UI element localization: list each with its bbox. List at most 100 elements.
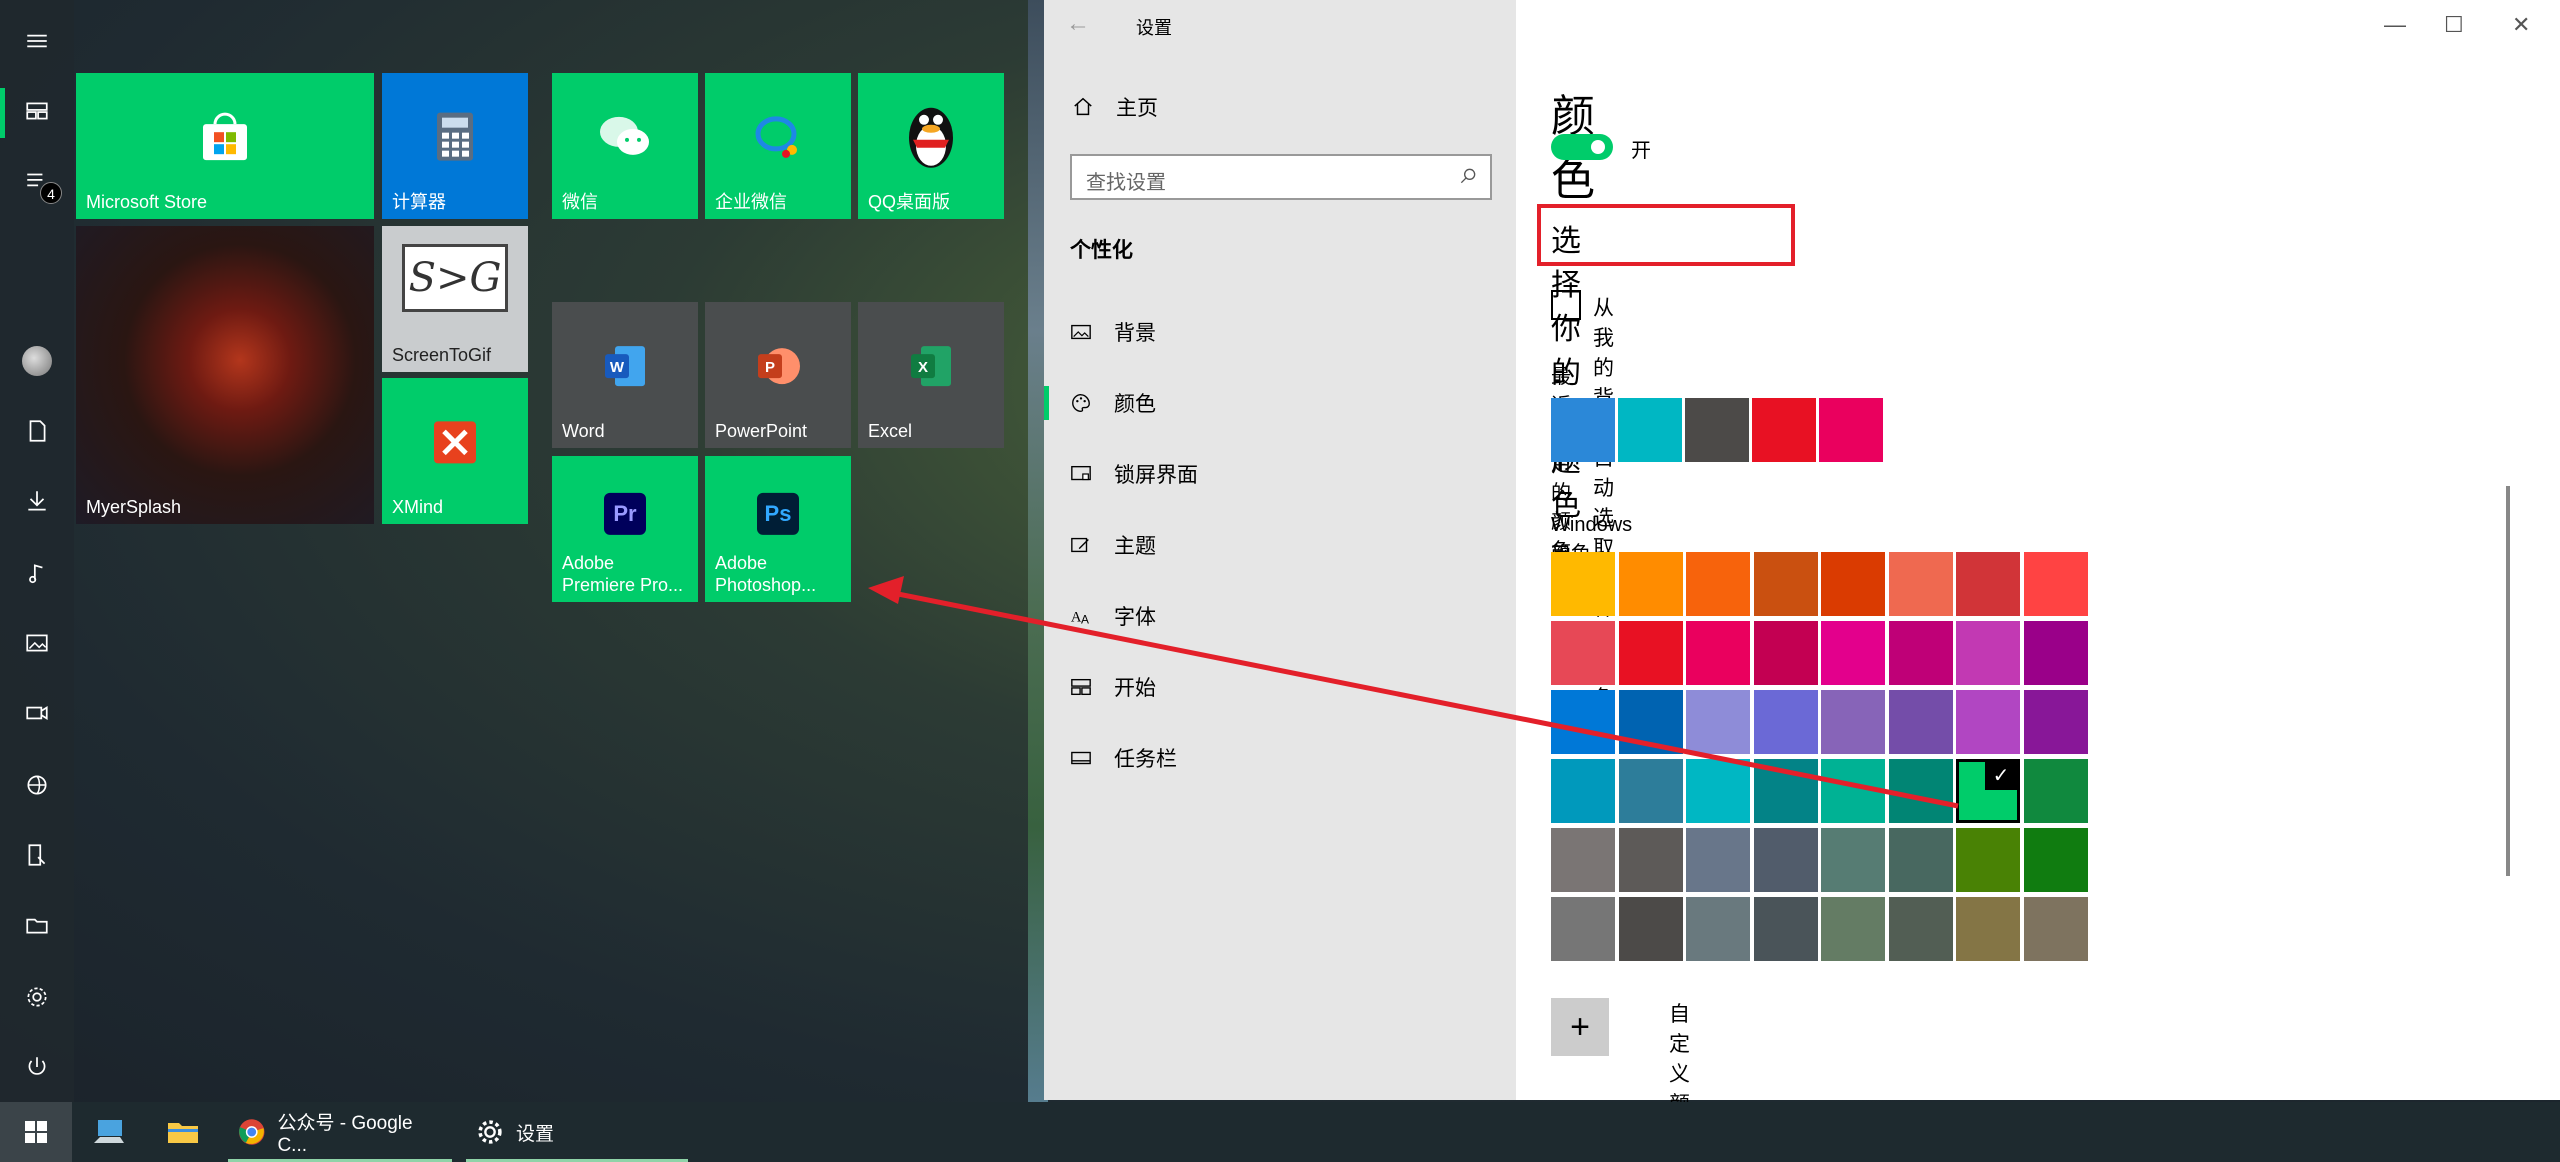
nav-item-lockscreen[interactable]: 锁屏界面	[1070, 454, 1198, 494]
toggle-switch[interactable]	[1551, 134, 1613, 160]
search-icon[interactable]	[1458, 166, 1478, 186]
start-button[interactable]	[0, 1102, 72, 1162]
nav-item-background[interactable]: 背景	[1070, 312, 1156, 352]
windows-color-swatch[interactable]	[1686, 552, 1750, 616]
user-avatar[interactable]	[0, 326, 74, 396]
windows-color-swatch[interactable]	[1686, 621, 1750, 685]
windows-color-swatch[interactable]	[1618, 897, 1683, 961]
content-scrollbar[interactable]	[2506, 486, 2510, 876]
network-icon[interactable]	[0, 750, 74, 820]
power-icon[interactable]	[0, 1032, 74, 1102]
hamburger-menu-icon[interactable]	[0, 6, 74, 76]
windows-color-swatch[interactable]	[2023, 759, 2088, 823]
tile-premiere[interactable]: Pr Adobe Premiere Pro...	[552, 456, 698, 602]
windows-color-swatch[interactable]	[1821, 759, 1885, 823]
windows-color-swatch[interactable]	[1888, 690, 1953, 754]
windows-color-swatch[interactable]	[1753, 621, 1818, 685]
nav-item-themes[interactable]: 主题	[1070, 525, 1156, 565]
tile-word[interactable]: W Word	[552, 302, 698, 448]
windows-color-swatch[interactable]	[1618, 690, 1683, 754]
windows-color-swatch[interactable]	[2023, 690, 2088, 754]
tile-xmind[interactable]: XMind	[382, 378, 528, 524]
file-explorer-icon[interactable]	[0, 890, 74, 960]
tile-photoshop[interactable]: Ps Adobe Photoshop...	[705, 456, 851, 602]
nav-item-taskbar[interactable]: 任务栏	[1070, 738, 1177, 778]
windows-color-swatch[interactable]	[1956, 828, 2020, 892]
windows-color-swatch[interactable]	[1686, 690, 1750, 754]
windows-color-swatch[interactable]	[2023, 552, 2088, 616]
custom-color-add-button[interactable]: +	[1551, 998, 1609, 1056]
windows-color-swatch[interactable]	[2023, 897, 2088, 961]
settings-gear-icon[interactable]	[0, 962, 74, 1032]
windows-color-swatch[interactable]	[2023, 828, 2088, 892]
app-list-icon[interactable]	[0, 146, 74, 216]
recent-color-swatch[interactable]	[1551, 398, 1615, 462]
back-arrow-icon[interactable]: ←	[1066, 10, 1090, 38]
windows-color-swatch[interactable]	[1686, 828, 1750, 892]
windows-color-swatch[interactable]	[1618, 552, 1683, 616]
windows-color-swatch[interactable]	[1888, 897, 1953, 961]
nav-home[interactable]: 主页	[1072, 92, 1158, 122]
windows-color-swatch[interactable]	[1753, 828, 1818, 892]
recent-color-swatch[interactable]	[1685, 398, 1749, 462]
windows-color-swatch[interactable]	[1618, 621, 1683, 685]
personalization-icon[interactable]	[0, 820, 74, 890]
tile-excel[interactable]: X Excel	[858, 302, 1004, 448]
recent-color-swatch[interactable]	[1819, 398, 1883, 462]
windows-color-swatch[interactable]	[1551, 828, 1615, 892]
windows-color-swatch[interactable]	[2023, 621, 2088, 685]
nav-item-fonts[interactable]: AA 字体	[1070, 596, 1156, 636]
tile-wecom[interactable]: 企业微信	[705, 73, 851, 219]
tile-wechat[interactable]: 微信	[552, 73, 698, 219]
videos-icon[interactable]	[0, 678, 74, 748]
music-icon[interactable]	[0, 538, 74, 608]
taskbar-settings[interactable]: 设置	[476, 1102, 554, 1162]
windows-color-swatch[interactable]: ✓	[1956, 759, 2020, 823]
windows-color-swatch[interactable]	[1618, 759, 1683, 823]
windows-color-swatch[interactable]	[1956, 621, 2020, 685]
auto-pick-checkbox[interactable]	[1551, 290, 1581, 320]
minimize-button[interactable]: —	[2384, 12, 2406, 38]
maximize-button[interactable]: ☐	[2444, 12, 2464, 38]
windows-color-swatch[interactable]	[1821, 621, 1885, 685]
windows-color-swatch[interactable]	[1686, 897, 1750, 961]
tile-screentogif[interactable]: S>G ScreenToGif	[382, 226, 528, 372]
windows-color-swatch[interactable]	[1753, 759, 1818, 823]
windows-color-swatch[interactable]	[1753, 897, 1818, 961]
windows-color-swatch[interactable]	[1753, 690, 1818, 754]
windows-color-swatch[interactable]	[1551, 897, 1615, 961]
windows-color-swatch[interactable]	[1551, 759, 1615, 823]
close-button[interactable]: ✕	[2512, 12, 2530, 38]
settings-search-input[interactable]: 查找设置	[1070, 154, 1492, 200]
windows-color-swatch[interactable]	[1956, 552, 2020, 616]
taskbar-file-explorer[interactable]	[166, 1102, 200, 1162]
windows-color-swatch[interactable]	[1888, 552, 1953, 616]
windows-color-swatch[interactable]	[1618, 828, 1683, 892]
windows-color-swatch[interactable]	[1888, 828, 1953, 892]
windows-color-swatch[interactable]	[1888, 759, 1953, 823]
documents-icon[interactable]	[0, 396, 74, 466]
tile-microsoft-store[interactable]: Microsoft Store	[76, 73, 374, 219]
nav-item-start[interactable]: 开始	[1070, 667, 1156, 707]
nav-item-colors[interactable]: 颜色	[1070, 383, 1156, 423]
downloads-icon[interactable]	[0, 466, 74, 536]
tiles-view-icon[interactable]	[0, 76, 74, 146]
taskbar-computer[interactable]	[92, 1102, 126, 1162]
windows-color-swatch[interactable]	[1551, 552, 1615, 616]
recent-color-swatch[interactable]	[1752, 398, 1816, 462]
pictures-icon[interactable]	[0, 608, 74, 678]
windows-color-swatch[interactable]	[1956, 897, 2020, 961]
taskbar-chrome[interactable]: 公众号 - Google C...	[238, 1102, 444, 1162]
windows-color-swatch[interactable]	[1821, 690, 1885, 754]
tile-calculator[interactable]: 计算器	[382, 73, 528, 219]
windows-color-swatch[interactable]	[1551, 621, 1615, 685]
windows-color-swatch[interactable]	[1821, 897, 1885, 961]
windows-color-swatch[interactable]	[1753, 552, 1818, 616]
windows-color-swatch[interactable]	[1821, 828, 1885, 892]
windows-color-swatch[interactable]	[1551, 690, 1615, 754]
windows-color-swatch[interactable]	[1821, 552, 1885, 616]
recent-color-swatch[interactable]	[1618, 398, 1682, 462]
tile-qq[interactable]: QQ桌面版	[858, 73, 1004, 219]
windows-color-swatch[interactable]	[1888, 621, 1953, 685]
windows-color-swatch[interactable]	[1686, 759, 1750, 823]
